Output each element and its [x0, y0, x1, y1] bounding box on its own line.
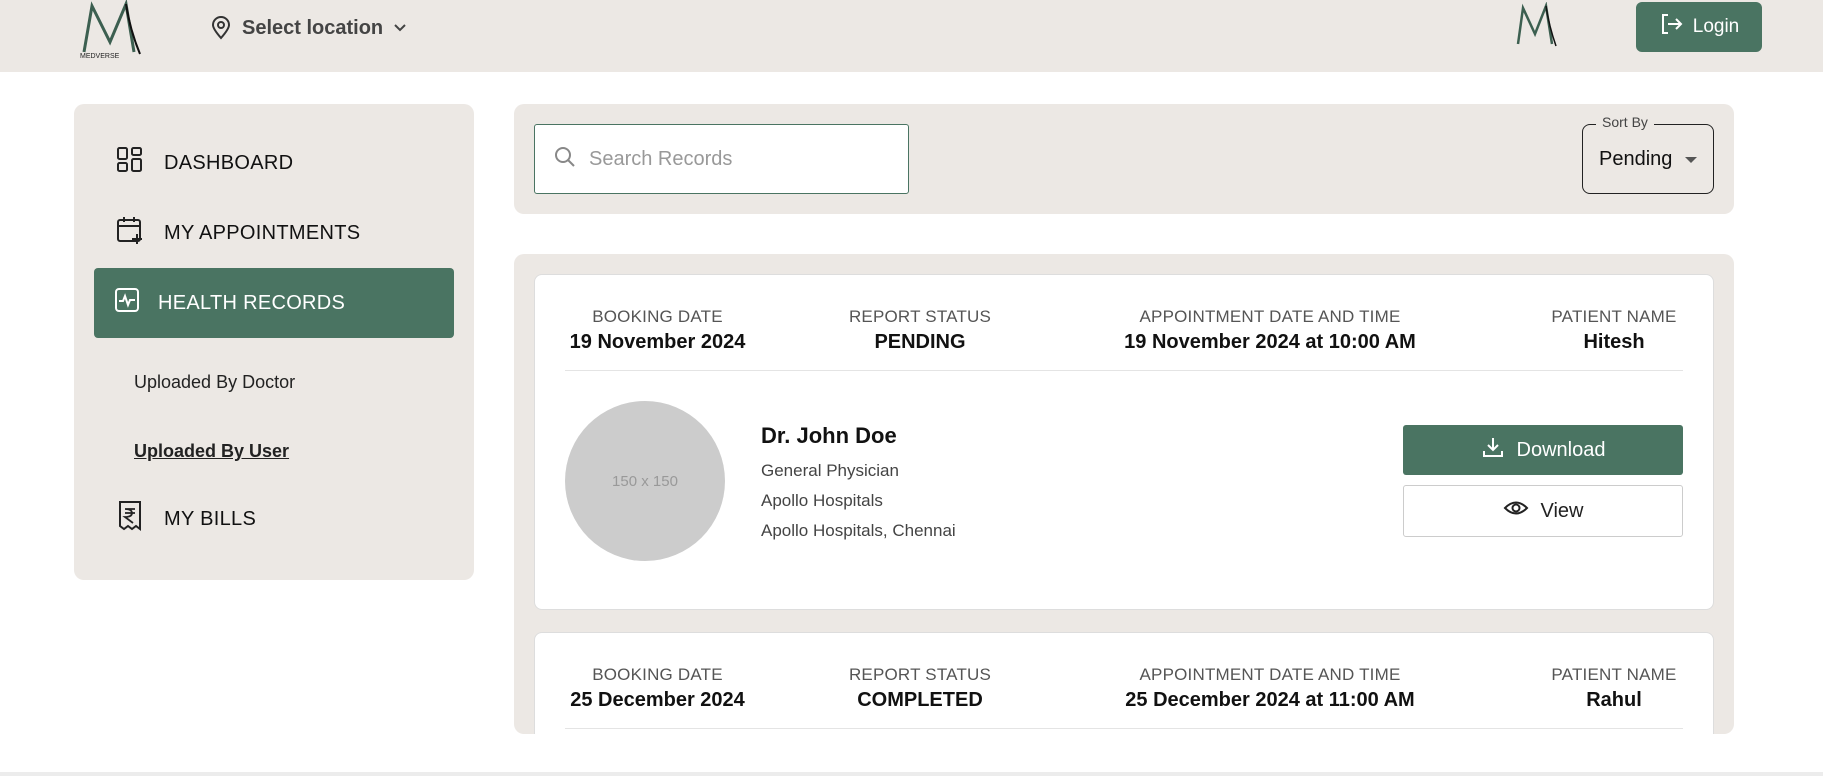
view-button[interactable]: View [1403, 485, 1683, 537]
appointment-label: APPOINTMENT DATE AND TIME [1139, 665, 1401, 684]
report-status-label: REPORT STATUS [848, 307, 992, 326]
subitem-uploaded-by-doctor[interactable]: Uploaded By Doctor [134, 372, 295, 393]
booking-date-block: BOOKING DATE 19 November 2024 [565, 307, 750, 354]
login-button[interactable]: Login [1636, 2, 1762, 52]
sidebar-item-label: HEALTH RECORDS [158, 291, 346, 314]
report-status-value: PENDING [874, 331, 966, 353]
patient-block: PATIENT NAME Hitesh [1535, 307, 1693, 354]
login-label: Login [1692, 16, 1740, 37]
report-status-block: REPORT STATUS COMPLETED [835, 665, 1005, 712]
search-field[interactable] [534, 124, 909, 194]
location-label: Select location [242, 16, 384, 39]
sort-select[interactable]: Pending [1582, 124, 1714, 194]
doctor-specialty: General Physician [761, 461, 899, 480]
search-panel: Pending Sort By [514, 104, 1734, 214]
appointment-block: APPOINTMENT DATE AND TIME 25 December 20… [1115, 665, 1425, 712]
sidebar-item-label: DASHBOARD [164, 151, 294, 174]
sidebar: DASHBOARD MY APPOINTMENTS HEALTH RECORDS… [74, 104, 474, 580]
sidebar-item-health-records[interactable]: HEALTH RECORDS [94, 268, 454, 338]
top-bar: MEDVERSE Select location Login [0, 0, 1823, 72]
health-record-icon [114, 287, 140, 319]
doctor-hospital: Apollo Hospitals [761, 491, 883, 510]
sort-value: Pending [1599, 147, 1673, 170]
calendar-plus-icon [116, 215, 144, 251]
records-panel: BOOKING DATE 19 November 2024 REPORT STA… [514, 254, 1734, 734]
report-status-label: REPORT STATUS [848, 665, 992, 684]
dashboard-icon [116, 146, 144, 180]
download-label: Download [1516, 438, 1606, 461]
doctor-avatar: 150 x 150 [565, 401, 725, 561]
patient-value: Hitesh [1583, 331, 1645, 353]
sort-label: Sort By [1596, 114, 1654, 130]
report-status-block: REPORT STATUS PENDING [835, 307, 1005, 354]
page-bottom-divider [0, 772, 1823, 776]
medverse-logo-small [1514, 1, 1560, 50]
divider [565, 728, 1683, 729]
doctor-name: Dr. John Doe [761, 423, 897, 448]
appointment-block: APPOINTMENT DATE AND TIME 19 November 20… [1115, 307, 1425, 354]
patient-label: PATIENT NAME [1551, 665, 1677, 684]
report-status-value: COMPLETED [857, 689, 983, 711]
login-icon [1659, 12, 1685, 42]
appointment-value: 19 November 2024 at 10:00 AM [1124, 331, 1416, 353]
sidebar-item-dashboard[interactable]: DASHBOARD [94, 128, 454, 198]
location-selector[interactable]: Select location [210, 14, 407, 42]
view-label: View [1540, 499, 1584, 522]
booking-date-block: BOOKING DATE 25 December 2024 [565, 665, 750, 712]
sidebar-item-bills[interactable]: MY BILLS [94, 484, 454, 554]
patient-block: PATIENT NAME Rahul [1535, 665, 1693, 712]
patient-value: Rahul [1586, 689, 1642, 711]
booking-date-value: 19 November 2024 [569, 331, 746, 353]
patient-label: PATIENT NAME [1551, 307, 1677, 326]
booking-date-label: BOOKING DATE [592, 665, 723, 684]
search-input[interactable] [589, 147, 889, 171]
medverse-logo[interactable]: MEDVERSE [78, 0, 148, 60]
booking-date-value: 25 December 2024 [570, 689, 745, 711]
caret-down-icon [1685, 157, 1697, 163]
sidebar-item-label: MY BILLS [164, 507, 257, 530]
chevron-down-icon [393, 23, 407, 33]
record-card: BOOKING DATE 25 December 2024 REPORT STA… [534, 632, 1714, 734]
eye-icon [1503, 498, 1529, 524]
download-icon [1481, 435, 1505, 465]
download-button[interactable]: Download [1403, 425, 1683, 475]
subitem-uploaded-by-user[interactable]: Uploaded By User [134, 441, 289, 462]
location-pin-icon [210, 16, 232, 40]
rupee-receipt-icon [116, 500, 144, 538]
booking-date-label: BOOKING DATE [592, 307, 723, 326]
search-icon [553, 145, 577, 174]
sidebar-item-appointments[interactable]: MY APPOINTMENTS [94, 198, 454, 268]
doctor-address: Apollo Hospitals, Chennai [761, 521, 956, 540]
brand-text: MEDVERSE [80, 53, 120, 60]
sidebar-item-label: MY APPOINTMENTS [164, 221, 361, 244]
appointment-value: 25 December 2024 at 11:00 AM [1125, 689, 1415, 711]
appointment-label: APPOINTMENT DATE AND TIME [1139, 307, 1401, 326]
record-card: BOOKING DATE 19 November 2024 REPORT STA… [534, 274, 1714, 610]
divider [565, 370, 1683, 371]
